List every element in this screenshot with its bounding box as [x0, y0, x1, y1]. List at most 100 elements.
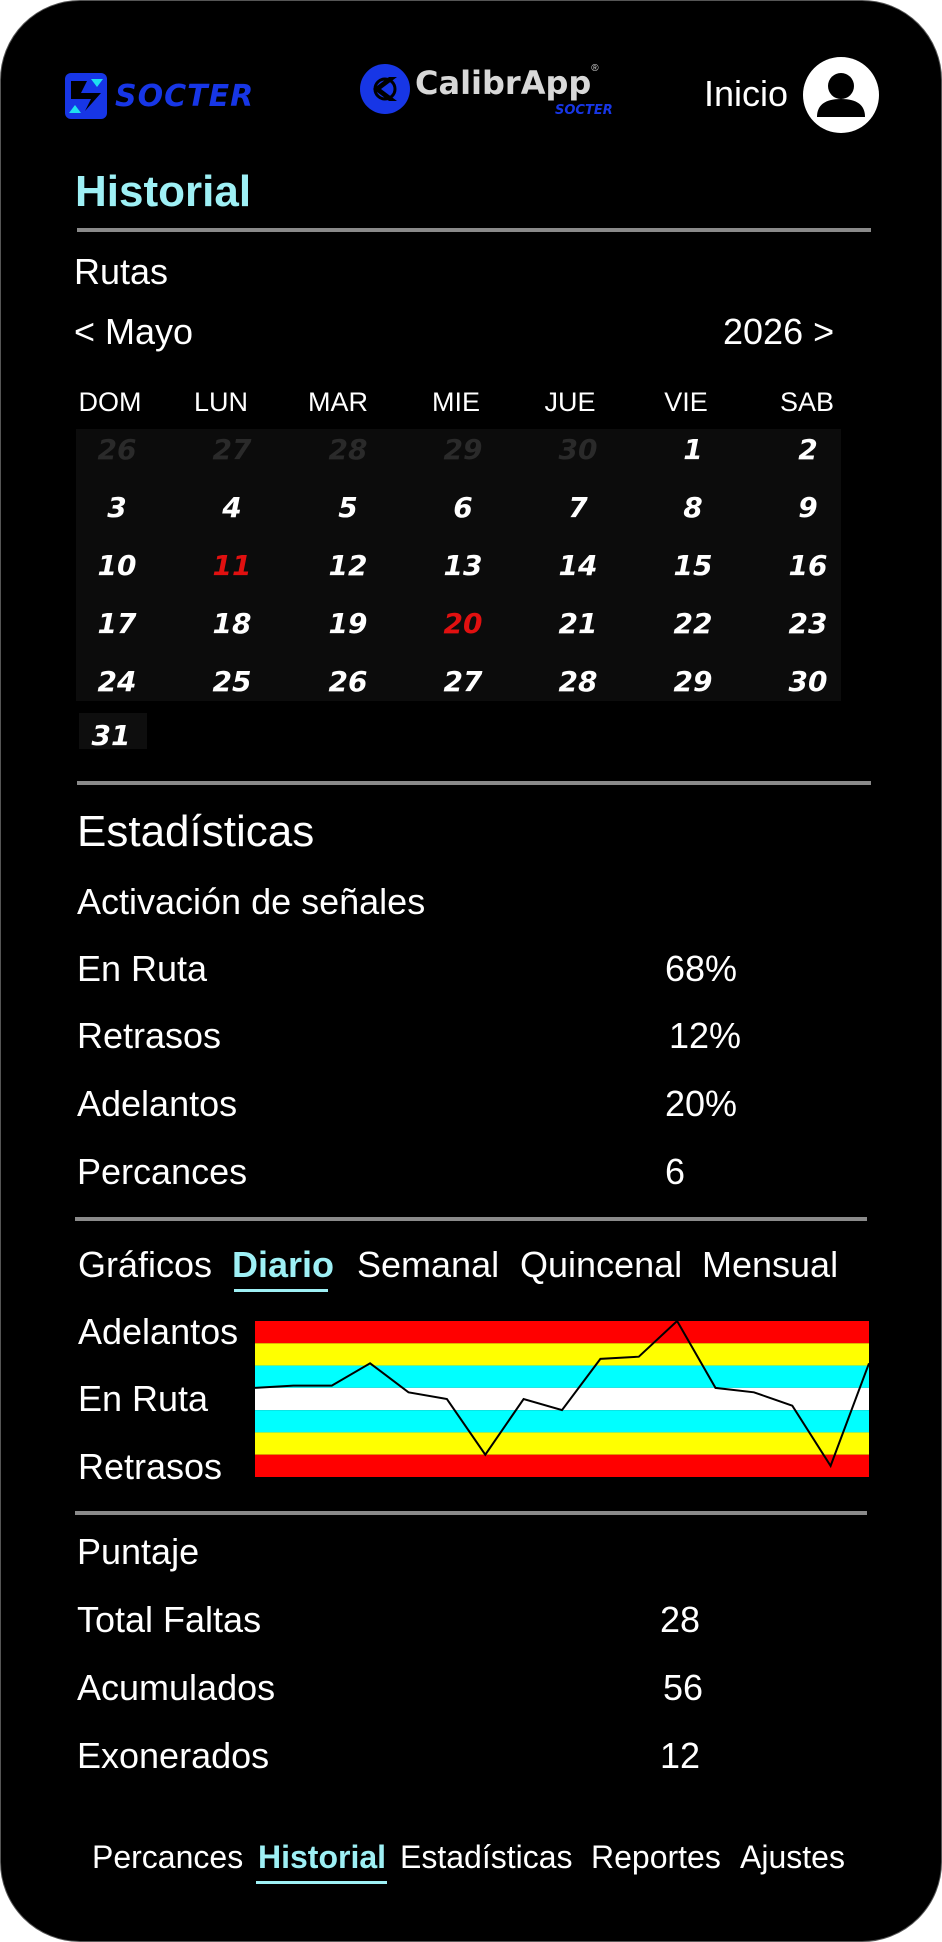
calendar-day[interactable]: 11 [192, 549, 272, 582]
stat-label: En Ruta [77, 948, 208, 989]
tab-diario-underline [234, 1289, 328, 1292]
score-value: 12 [660, 1735, 701, 1776]
tab-diario[interactable]: Diario [232, 1244, 334, 1286]
calendar-day[interactable]: 28 [308, 433, 388, 466]
chart-band [255, 1343, 869, 1366]
calendar-day[interactable]: 19 [308, 607, 388, 640]
calendar-day[interactable]: 20 [423, 607, 503, 640]
divider [75, 1511, 867, 1515]
stat-label: Percances [77, 1151, 248, 1192]
nav-historial-underline [256, 1881, 387, 1884]
rutas-label: Rutas [74, 251, 169, 292]
calendar-day[interactable]: 22 [653, 607, 733, 640]
calendar-day[interactable]: 15 [653, 549, 733, 582]
calendar-day[interactable]: 18 [192, 607, 272, 640]
weekday-label: MIE [431, 387, 480, 417]
stat-value: 6 [665, 1151, 686, 1192]
calendar-day[interactable]: 5 [308, 491, 388, 524]
weekday-label: SAB [779, 387, 835, 417]
stat-value: 12% [669, 1015, 742, 1056]
phone-screen: SOCTER CalibrApp® SOCTER Inicio Historia… [0, 0, 942, 1942]
prev-month-button[interactable]: < Mayo [74, 311, 193, 353]
senales-subtitle: Activación de señales [77, 881, 426, 922]
estadisticas-title: Estadísticas [77, 807, 315, 856]
calendar-day[interactable]: 25 [192, 665, 272, 698]
calendar-day[interactable]: 30 [538, 433, 618, 466]
stat-value: 68% [665, 948, 738, 989]
socter-logo-text: SOCTER [115, 78, 255, 114]
tab-semanal[interactable]: Semanal [357, 1244, 499, 1286]
calibrapp-logo-icon [360, 64, 410, 114]
tab-quincenal[interactable]: Quincenal [520, 1244, 682, 1286]
calendar-day[interactable]: 26 [77, 433, 157, 466]
calendar-day[interactable]: 7 [538, 491, 618, 524]
calendar-day[interactable]: 27 [192, 433, 272, 466]
calendar-day[interactable]: 6 [423, 491, 503, 524]
score-label: Exonerados [77, 1735, 270, 1776]
calendar-day[interactable]: 17 [77, 607, 157, 640]
score-label: Total Faltas [77, 1599, 262, 1640]
calendar-day[interactable]: 1 [653, 433, 733, 466]
weekday-label: LUN [193, 387, 248, 417]
divider [77, 228, 871, 232]
calendar-day[interactable]: 23 [768, 607, 848, 640]
calendar-day[interactable]: 9 [768, 491, 848, 524]
calibrapp-logo-text: CalibrApp [415, 64, 592, 102]
calendar-day[interactable]: 29 [423, 433, 503, 466]
inicio-link[interactable]: Inicio [704, 73, 788, 115]
band-label-adelantos: Adelantos [78, 1311, 239, 1352]
calendar-day[interactable]: 28 [538, 665, 618, 698]
stat-value: 20% [665, 1083, 738, 1124]
calendar-day[interactable]: 16 [768, 549, 848, 582]
year-next-button[interactable]: 2026 > [723, 311, 834, 353]
calendar-day[interactable]: 30 [768, 665, 848, 698]
calendar-day[interactable]: 13 [423, 549, 503, 582]
user-avatar[interactable] [803, 57, 879, 133]
registered-mark: ® [591, 63, 599, 74]
page-title: Historial [75, 167, 252, 216]
calendar-day[interactable]: 24 [77, 665, 157, 698]
calendar-day[interactable]: 10 [77, 549, 157, 582]
score-value: 28 [660, 1599, 701, 1640]
socter-logo: SOCTER [65, 73, 254, 119]
calendar-day[interactable]: 2 [768, 433, 848, 466]
chart-band [255, 1410, 869, 1433]
calendar-day[interactable]: 14 [538, 549, 618, 582]
weekday-label: JUE [544, 387, 596, 417]
signal-chart [255, 1321, 869, 1477]
band-label-en-ruta: En Ruta [78, 1378, 209, 1419]
divider [75, 1217, 867, 1221]
graficos-label: Gráficos [78, 1244, 213, 1285]
chart-band [255, 1454, 869, 1477]
divider [77, 781, 871, 785]
calendar-day[interactable]: 26 [308, 665, 388, 698]
weekday-label: MAR [308, 387, 368, 417]
calendar-day[interactable]: 3 [77, 491, 157, 524]
chart-band [255, 1387, 869, 1411]
nav-estadisticas[interactable]: Estadísticas [400, 1839, 573, 1876]
score-value: 56 [663, 1667, 704, 1708]
tab-mensual[interactable]: Mensual [702, 1244, 838, 1286]
band-label-retrasos: Retrasos [78, 1446, 223, 1487]
calendar-day[interactable]: 27 [423, 665, 503, 698]
chart-band [255, 1432, 869, 1455]
calendar-day[interactable]: 8 [653, 491, 733, 524]
calendar-day[interactable]: 21 [538, 607, 618, 640]
calendar-day[interactable]: 4 [192, 491, 272, 524]
weekday-label: DOM [78, 387, 142, 417]
puntaje-title: Puntaje [77, 1531, 200, 1572]
calendar-day[interactable]: 31 [71, 719, 151, 752]
stat-label: Retrasos [77, 1015, 222, 1056]
calendar-day[interactable]: 12 [308, 549, 388, 582]
score-label: Acumulados [77, 1667, 276, 1708]
nav-ajustes[interactable]: Ajustes [740, 1839, 845, 1876]
calendar-day[interactable]: 29 [653, 665, 733, 698]
nav-percances[interactable]: Percances [92, 1839, 243, 1876]
calibrapp-logo: CalibrApp® SOCTER [359, 63, 613, 118]
stat-label: Adelantos [77, 1083, 238, 1124]
calibrapp-logo-subtext: SOCTER [555, 103, 613, 118]
nav-reportes[interactable]: Reportes [591, 1839, 721, 1876]
nav-historial[interactable]: Historial [258, 1839, 386, 1876]
chart-band [255, 1321, 869, 1344]
user-icon [817, 73, 865, 117]
